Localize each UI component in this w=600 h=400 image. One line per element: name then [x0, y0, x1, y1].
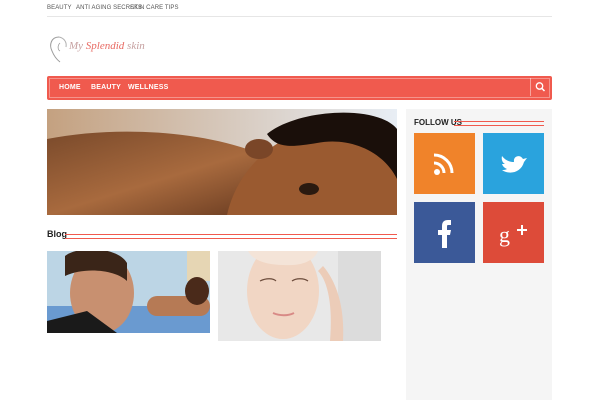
main-navigation: HOME BEAUTY WELLNESS	[47, 76, 552, 100]
beach-photo	[47, 251, 210, 333]
hero-image[interactable]	[47, 109, 397, 215]
google-plus-button[interactable]: g	[483, 202, 544, 263]
top-nav-skin-care-link[interactable]: SKIN CARE TIPS	[130, 5, 179, 11]
nav-item-beauty[interactable]: BEAUTY	[91, 84, 121, 91]
skin-care-face-photo	[218, 251, 381, 341]
logo-text-skin: skin	[124, 40, 145, 52]
blog-thumbnail-skin-care[interactable]	[218, 251, 381, 341]
search-icon	[535, 82, 546, 92]
logo-face-icon	[50, 36, 67, 63]
blog-thumbnail-beach[interactable]	[47, 251, 210, 333]
top-divider	[47, 16, 552, 17]
svg-text:g: g	[499, 222, 510, 247]
hero-photo	[47, 109, 397, 215]
site-logo[interactable]: My Splendid skin	[47, 33, 157, 65]
rss-icon	[433, 153, 454, 175]
logo-text-my: My	[69, 40, 84, 52]
search-button[interactable]	[530, 78, 550, 96]
rss-button[interactable]	[414, 133, 475, 194]
sidebar: FOLLOW US g	[406, 109, 552, 400]
logo-text: My Splendid skin	[69, 40, 145, 52]
nav-item-wellness[interactable]: WELLNESS	[128, 84, 169, 91]
google-plus-icon: g	[499, 222, 527, 247]
twitter-button[interactable]	[483, 133, 544, 194]
blog-section-header: Blog	[47, 229, 397, 243]
blog-section-title: Blog	[47, 229, 67, 239]
main-nav-frame	[49, 78, 550, 98]
top-navigation: BEAUTY ANTI AGING SECRETS SKIN CARE TIPS	[0, 0, 600, 17]
facebook-button[interactable]	[414, 202, 475, 263]
top-nav-beauty-link[interactable]: BEAUTY	[47, 5, 72, 11]
logo-text-splendid: Splendid	[83, 40, 125, 52]
follow-us-divider	[454, 121, 544, 126]
nav-item-home[interactable]: HOME	[59, 84, 81, 91]
twitter-icon	[501, 156, 527, 173]
section-title-divider	[65, 234, 397, 239]
facebook-icon	[438, 220, 451, 248]
